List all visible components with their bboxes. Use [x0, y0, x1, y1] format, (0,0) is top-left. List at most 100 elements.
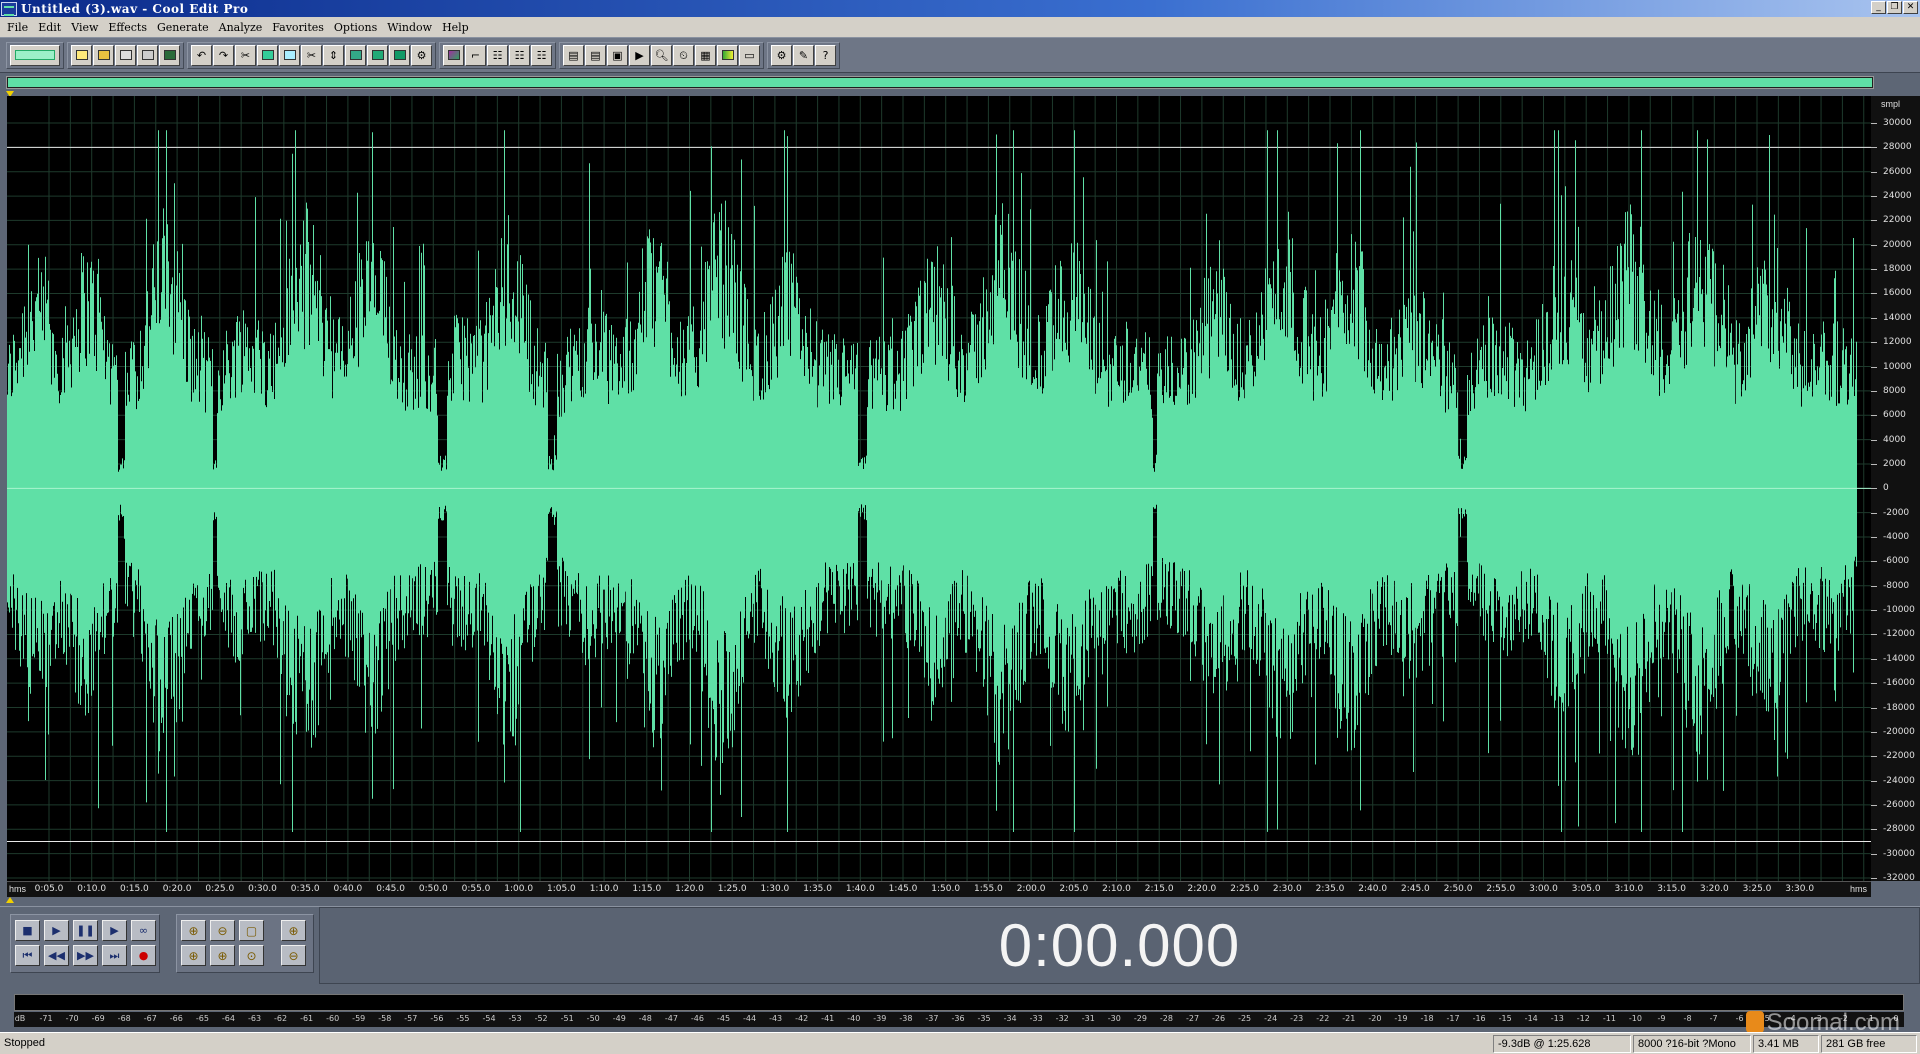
time-ruler[interactable]: hms hms 0:05.0 0:10.0 0:15.0 0:20.0 0:25.0 0:… [7, 881, 1871, 897]
settings-icon[interactable]: ⚙ [771, 44, 792, 66]
pause-button[interactable]: ❚❚ [73, 920, 98, 941]
amplitude-tick-label: -8000 [1883, 580, 1910, 591]
meter-tick-label: -59 [352, 1014, 366, 1023]
rewind-button[interactable]: ◀◀ [44, 945, 69, 966]
meter-tick-label: -13 [1550, 1014, 1564, 1023]
end-marker-icon[interactable] [6, 897, 14, 903]
zoom-out-horizontal-icon[interactable]: ⊖ [210, 920, 235, 941]
window-title: Untitled (3).wav - Cool Edit Pro [21, 1, 249, 16]
stop-button[interactable]: ■ [15, 920, 40, 941]
copy-icon[interactable] [279, 44, 300, 66]
amplitude-tick-label: 2000 [1883, 458, 1906, 469]
time-tick-label: 0:10.0 [77, 884, 107, 894]
menu-options[interactable]: Options [329, 21, 382, 34]
envelope-icon[interactable]: ☷ [487, 44, 508, 66]
app-icon[interactable] [1, 1, 17, 16]
redo-icon[interactable]: ↷ [213, 44, 234, 66]
menu-file[interactable]: File [2, 21, 33, 34]
restore-button[interactable]: ❐ [1887, 1, 1902, 14]
meter-tick-label: -45 [716, 1014, 731, 1023]
undo-icon[interactable]: ↶ [191, 44, 212, 66]
amplitude-tick-label: 28000 [1883, 142, 1912, 153]
waveform-view-icon[interactable] [443, 44, 464, 66]
waveform-canvas[interactable] [7, 96, 1871, 881]
zoom-to-right-icon[interactable]: ⊕ [210, 945, 235, 966]
new-file-icon[interactable] [71, 44, 92, 66]
zoom-selection-icon[interactable]: ▶ [629, 44, 650, 66]
mix-paste-icon[interactable] [389, 44, 410, 66]
amplitude-ruler[interactable]: smpl 30000 28000 26000 24000 22000 20000 18000… [1871, 96, 1920, 883]
meters-icon[interactable] [717, 44, 738, 66]
save-icon[interactable] [159, 44, 180, 66]
meter-tick-label: -67 [143, 1014, 157, 1023]
close-file-icon[interactable] [115, 44, 136, 66]
cue-list-icon[interactable]: ▤ [563, 44, 584, 66]
cut-icon[interactable]: ✂ [301, 44, 322, 66]
menu-window[interactable]: Window [382, 21, 437, 34]
play-clip-icon[interactable]: ⚙ [411, 44, 432, 66]
zoom-in-vertical-icon[interactable]: ⊕ [281, 920, 306, 941]
level-meter-bar[interactable] [14, 994, 1904, 1011]
paste-icon[interactable] [345, 44, 366, 66]
save-as-icon[interactable] [137, 44, 158, 66]
go-to-start-button[interactable]: ⏮ [15, 945, 40, 966]
zoom-to-selection-icon[interactable]: ⊙ [239, 945, 264, 966]
snap-icon[interactable]: ☷ [509, 44, 530, 66]
loop-button[interactable]: ∞ [131, 920, 156, 941]
close-button[interactable]: ✕ [1903, 1, 1918, 14]
menu-effects[interactable]: Effects [103, 21, 152, 34]
spectral-view-icon[interactable]: ⌐ [465, 44, 486, 66]
multitrack-view-icon[interactable] [10, 44, 60, 66]
time-tick-label: 1:45.0 [888, 884, 918, 894]
title-bar[interactable]: Untitled (3).wav - Cool Edit Pro _ ❐ ✕ [0, 0, 1920, 17]
grid-icon[interactable]: ☷ [531, 44, 552, 66]
time-tick-label: 2:35.0 [1315, 884, 1345, 894]
time-display[interactable]: 0:00.000 [319, 907, 1920, 984]
toolbar-group-view [6, 41, 64, 69]
amplitude-tick-label: -6000 [1883, 556, 1910, 567]
repeat-last-icon[interactable]: ✂ [235, 44, 256, 66]
info-icon[interactable]: ▣ [607, 44, 628, 66]
overview-visible-range[interactable] [8, 78, 1872, 87]
channels-icon[interactable]: ▦ [695, 44, 716, 66]
time-display-icon[interactable]: ⏲ [673, 44, 694, 66]
paste-to-new-icon[interactable] [367, 44, 388, 66]
zoom-full-icon[interactable]: ▢ [239, 920, 264, 941]
menu-generate[interactable]: Generate [152, 21, 214, 34]
menu-edit[interactable]: Edit [33, 21, 66, 34]
meter-tick-label: -60 [326, 1014, 340, 1023]
zoom-in-horizontal-icon[interactable]: ⊕ [181, 920, 206, 941]
layout-icon[interactable]: ▭ [739, 44, 760, 66]
time-tick-label: 2:20.0 [1187, 884, 1217, 894]
find-icon[interactable]: 🔍︎ [651, 44, 672, 66]
menu-help[interactable]: Help [437, 21, 474, 34]
open-file-icon[interactable] [93, 44, 114, 66]
amplitude-tick [1871, 731, 1877, 733]
record-button[interactable]: ● [131, 945, 156, 966]
fast-forward-button[interactable]: ▶▶ [73, 945, 98, 966]
amplitude-tick-label: -24000 [1883, 775, 1915, 786]
play-button[interactable]: ▶ [44, 920, 69, 941]
overview-scrollbar[interactable] [6, 76, 1874, 89]
amplitude-tick [1871, 780, 1877, 782]
toolbar-group-display: ⌐ ☷ ☷ ☷ [439, 41, 556, 69]
amplitude-tick [1871, 366, 1877, 368]
play-to-end-button[interactable]: ▶ [102, 920, 127, 941]
notes-icon[interactable]: ✎ [793, 44, 814, 66]
minimize-button[interactable]: _ [1871, 1, 1886, 14]
menu-favorites[interactable]: Favorites [267, 21, 329, 34]
waveform-display[interactable] [7, 96, 1871, 881]
play-list-icon[interactable]: ▤ [585, 44, 606, 66]
copy-to-new-icon[interactable] [257, 44, 278, 66]
menu-analyze[interactable]: Analyze [214, 21, 268, 34]
meter-tick-label: -16 [1472, 1014, 1486, 1023]
trim-icon[interactable]: ⇕ [323, 44, 344, 66]
help-icon[interactable]: ? [815, 44, 836, 66]
toolbar-group-windows: ▤ ▤ ▣ ▶ 🔍︎ ⏲ ▦ ▭ [559, 41, 764, 69]
waveform-trace[interactable] [7, 130, 1857, 832]
meter-tick-label: -44 [743, 1014, 757, 1023]
zoom-out-vertical-icon[interactable]: ⊖ [281, 945, 306, 966]
go-to-end-button[interactable]: ⏭ [102, 945, 127, 966]
menu-view[interactable]: View [66, 21, 103, 34]
zoom-to-left-icon[interactable]: ⊕ [181, 945, 206, 966]
